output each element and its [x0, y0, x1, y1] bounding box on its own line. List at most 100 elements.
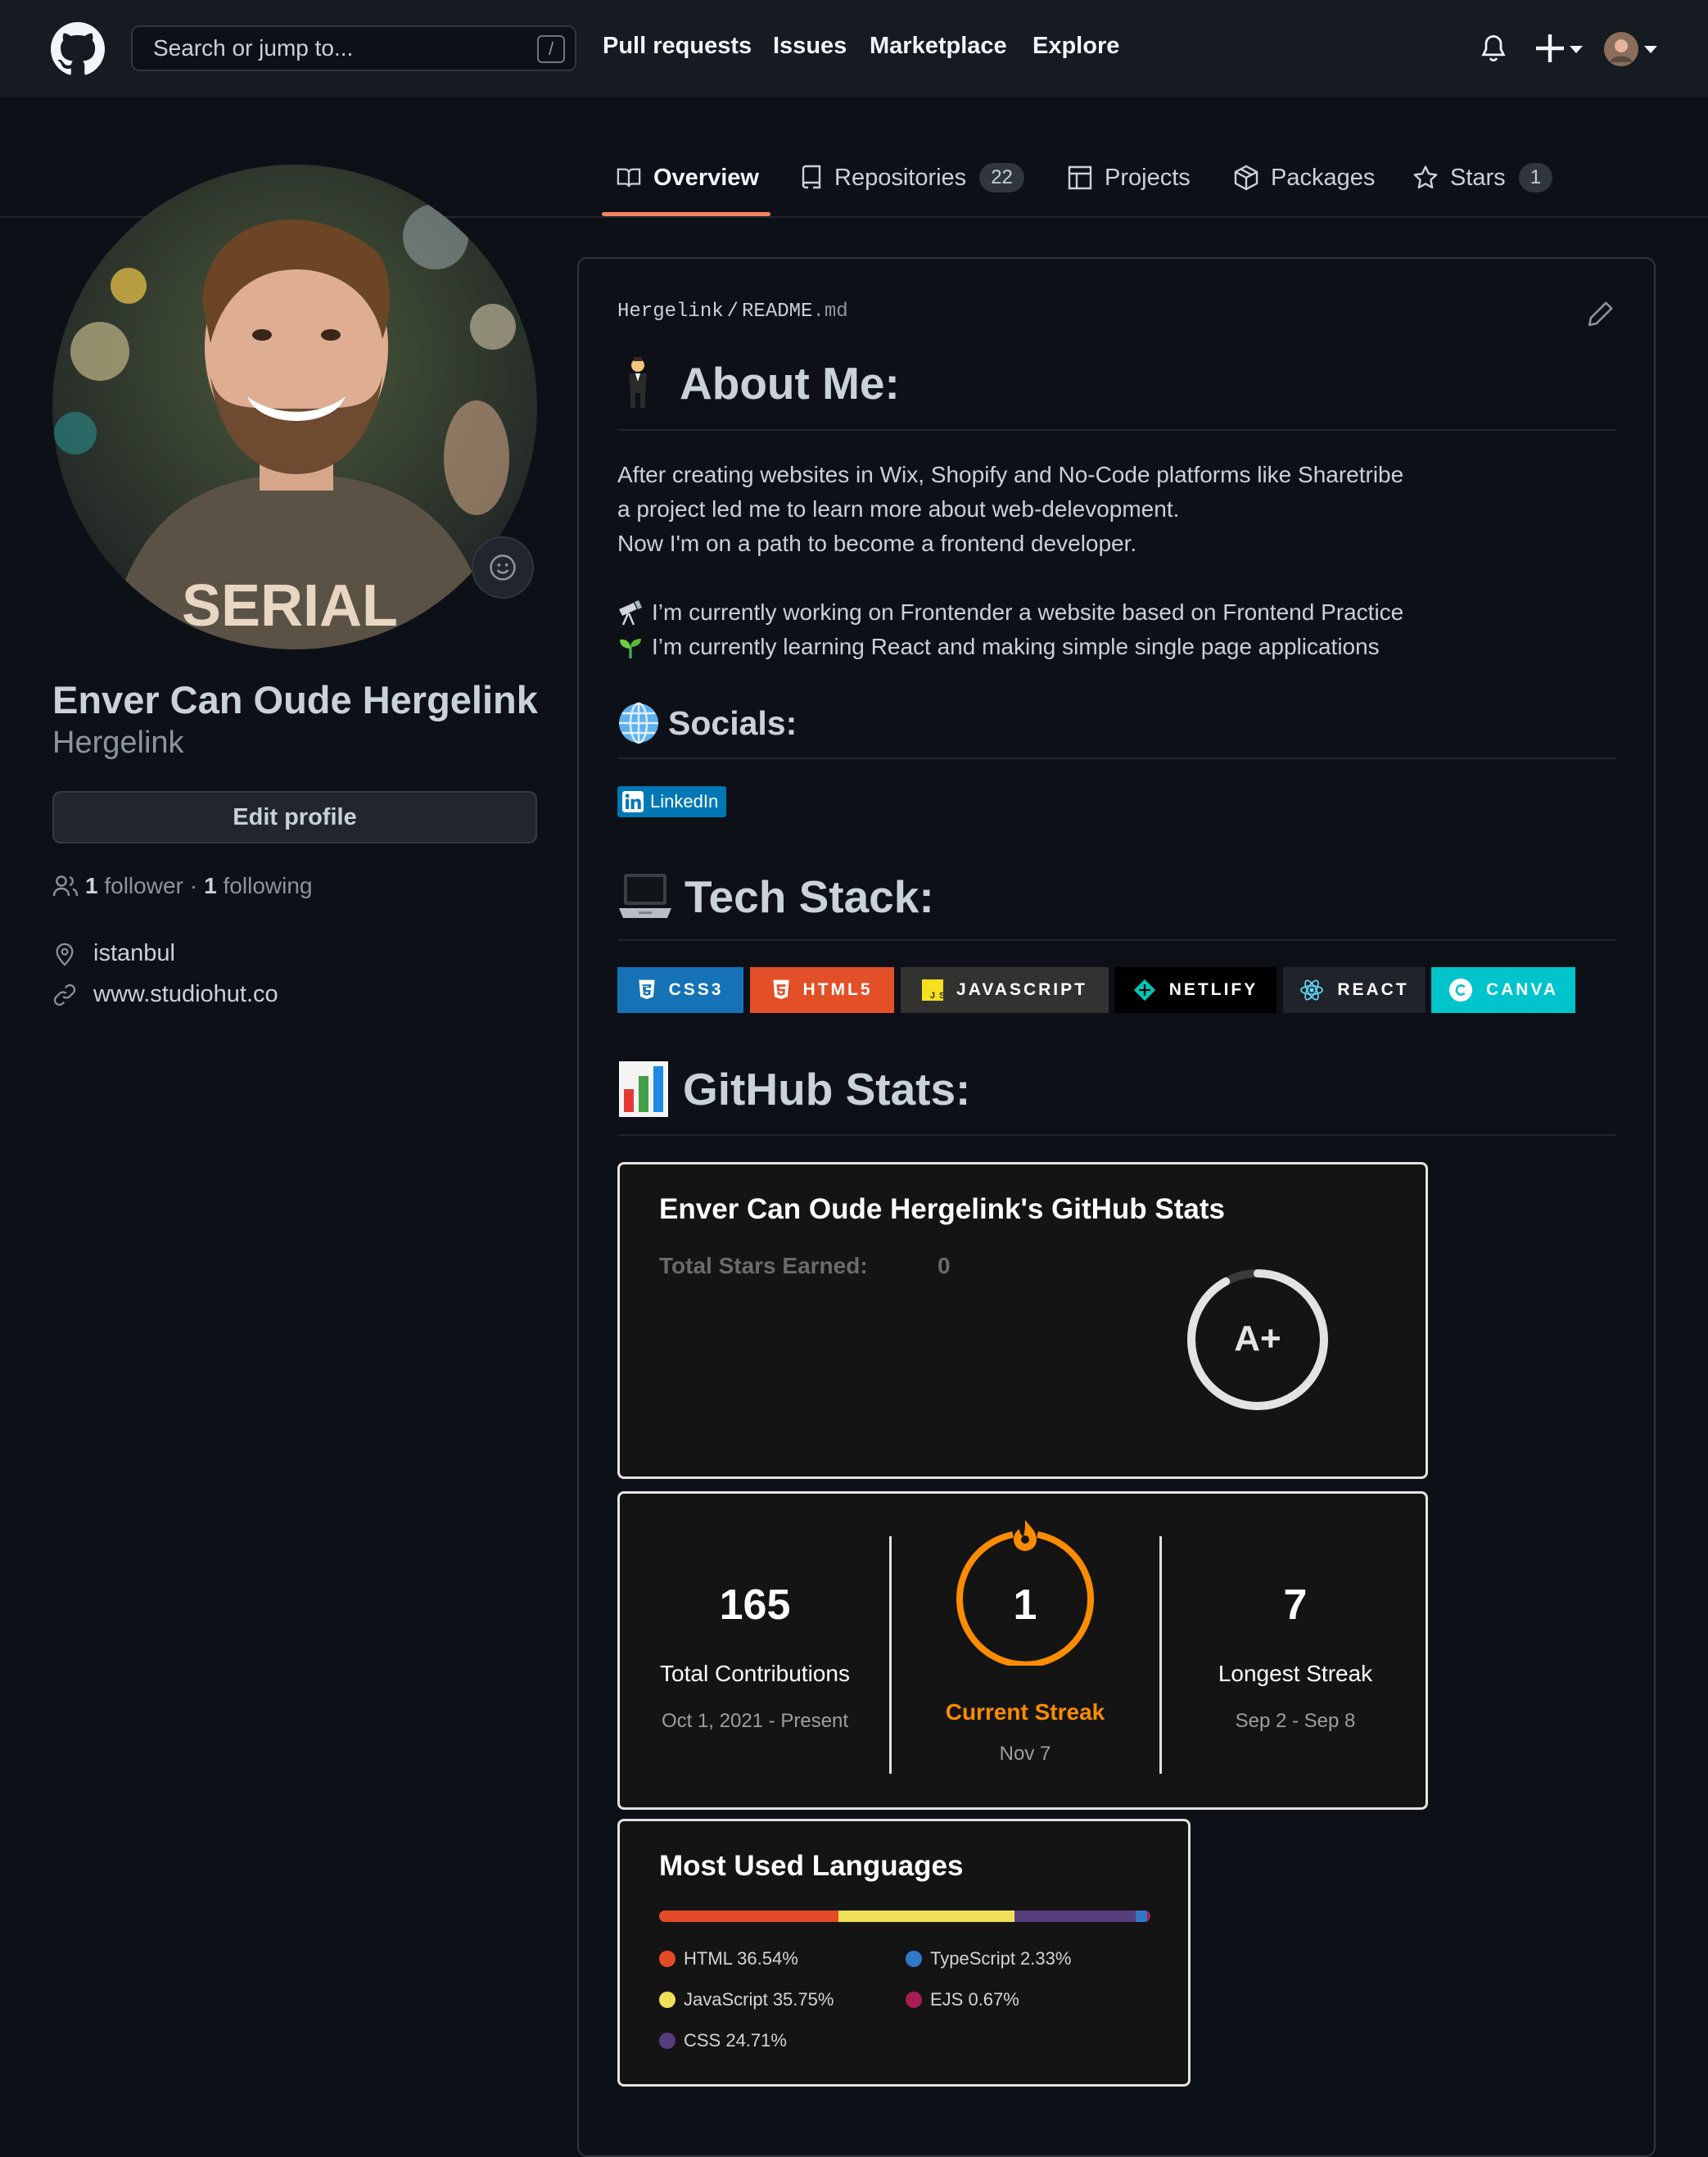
nav-pull-requests[interactable]: Pull requests	[603, 33, 752, 60]
tab-stars-label: Stars	[1450, 164, 1506, 191]
laptop-icon	[619, 874, 671, 918]
edit-readme-pencil-icon[interactable]	[1587, 300, 1615, 328]
language-color-dot	[659, 1992, 676, 2008]
badge-css3[interactable]: CSS3	[617, 967, 743, 1013]
html5-logo-icon	[772, 979, 789, 999]
most-used-languages-card: Most Used Languages HTML 36.54% JavaScrip…	[617, 1819, 1191, 2087]
about-divider	[617, 429, 1616, 431]
streak-divider-2	[1159, 1536, 1162, 1774]
github-stats-title: GitHub Stats:	[683, 1064, 971, 1115]
language-color-dot	[906, 1992, 922, 2008]
badge-canva[interactable]: CANVA	[1431, 967, 1575, 1013]
badge-canva-label: CANVA	[1485, 980, 1559, 999]
seedling-icon	[620, 639, 641, 658]
set-status-button[interactable]	[472, 536, 534, 599]
badge-javascript[interactable]: JS JAVASCRIPT	[901, 967, 1109, 1013]
bar-chart-icon	[619, 1061, 668, 1117]
current-streak-label: Current Streak	[945, 1699, 1105, 1725]
tab-overview[interactable]: Overview	[616, 157, 759, 198]
language-color-dot	[659, 2033, 676, 2049]
badge-react[interactable]: REACT	[1283, 967, 1426, 1013]
nav-marketplace[interactable]: Marketplace	[870, 33, 1007, 60]
followers-count: 1	[85, 873, 98, 898]
total-contributions-value: 165	[719, 1581, 791, 1629]
project-table-icon	[1068, 165, 1092, 190]
language-name: EJS 0.67%	[930, 1989, 1019, 2010]
shirt-text: SERIAL	[182, 573, 398, 639]
streak-divider-1	[889, 1536, 892, 1774]
nav-issues[interactable]: Issues	[773, 33, 847, 60]
current-streak-date: Nov 7	[999, 1743, 1051, 1765]
following-label: following	[223, 873, 313, 898]
total-stars-value: 0	[938, 1253, 951, 1278]
language-bar-segment	[1014, 1911, 1136, 1922]
learning-text: I’m currently learning React and making …	[652, 634, 1380, 659]
badge-html5[interactable]: HTML5	[750, 967, 894, 1013]
readme-path-user[interactable]: Hergelink	[617, 301, 724, 323]
readme-path-ext: .md	[812, 301, 848, 323]
tech-stack-heading: Tech Stack:	[617, 869, 934, 925]
create-new-plus-icon[interactable]	[1535, 33, 1583, 64]
user-avatar-menu[interactable]	[1603, 31, 1657, 67]
linkedin-label: LinkedIn	[650, 791, 719, 812]
edit-profile-button[interactable]: Edit profile	[52, 791, 537, 843]
current-streak-value: 1	[1013, 1581, 1037, 1629]
bell-icon[interactable]	[1479, 33, 1508, 64]
language-legend-item: EJS 0.67%	[906, 1989, 1019, 2010]
readme-breadcrumb: Hergelink / README.md	[617, 301, 848, 323]
active-tab-underline	[602, 212, 770, 216]
location-text: istanbul	[93, 940, 175, 966]
tab-projects[interactable]: Projects	[1067, 157, 1191, 198]
globe-icon	[619, 702, 658, 744]
followers-link[interactable]: 1 follower	[85, 873, 183, 899]
badge-javascript-label: JAVASCRIPT	[956, 980, 1087, 999]
slash-shortcut-key: /	[537, 35, 565, 63]
languages-progress-bar	[659, 1911, 1150, 1922]
total-contributions-label: Total Contributions	[660, 1661, 850, 1686]
github-stats-heading: GitHub Stats:	[617, 1060, 970, 1119]
language-legend-item: CSS 24.71%	[659, 2030, 787, 2051]
badge-netlify[interactable]: NETLIFY	[1114, 967, 1276, 1013]
website-link[interactable]: www.studiohut.co	[93, 981, 278, 1008]
badge-netlify-label: NETLIFY	[1168, 980, 1258, 999]
badge-html5-label: HTML5	[802, 980, 873, 999]
profile-avatar[interactable]: SERIAL	[51, 163, 539, 651]
stats-card-title: Enver Can Oude Hergelink's GitHub Stats	[659, 1193, 1225, 1225]
learning-line: I’m currently learning React and making …	[617, 630, 1403, 664]
profile-website[interactable]: www.studiohut.co	[52, 981, 278, 1008]
search-input[interactable]: Search or jump to... /	[131, 25, 576, 71]
following-count: 1	[204, 873, 217, 898]
css3-logo-icon	[638, 979, 655, 999]
javascript-logo-icon: JS	[922, 979, 944, 1001]
profile-username: Hergelink	[52, 726, 184, 760]
nav-explore[interactable]: Explore	[1032, 33, 1119, 60]
tab-packages-label: Packages	[1271, 164, 1376, 191]
followers-label: follower	[104, 873, 183, 898]
socials-title: Socials:	[668, 703, 798, 742]
github-logo-icon[interactable]	[51, 22, 105, 76]
about-line-2: a project led me to learn more about web…	[617, 496, 1180, 522]
tab-stars[interactable]: Stars 1	[1412, 157, 1553, 198]
linkedin-badge[interactable]: LinkedIn	[617, 786, 727, 817]
rank-ring: A+	[1187, 1269, 1328, 1410]
tab-repositories-label: Repositories	[834, 164, 967, 191]
language-legend-item: HTML 36.54%	[659, 1948, 798, 1969]
book-icon	[617, 168, 641, 188]
total-stars-label: Total Stars Earned:	[659, 1253, 868, 1278]
tab-repositories[interactable]: Repositories 22	[800, 157, 1024, 198]
react-logo-icon	[1300, 979, 1324, 1001]
following-link[interactable]: 1 following	[204, 873, 312, 899]
longest-streak-range: Sep 2 - Sep 8	[1235, 1710, 1356, 1732]
readme-path-file[interactable]: README	[742, 301, 812, 323]
language-bar-segment	[659, 1911, 839, 1922]
search-placeholder: Search or jump to...	[153, 35, 354, 61]
github-stats-card: Enver Can Oude Hergelink's GitHub Stats …	[617, 1162, 1428, 1479]
about-me-heading: About Me:	[617, 357, 900, 409]
working-on-line: I’m currently working on Frontender a we…	[617, 595, 1403, 630]
language-bar-segment	[838, 1911, 1014, 1922]
tab-packages[interactable]: Packages	[1233, 157, 1375, 198]
telescope-icon	[619, 600, 642, 626]
tech-stack-title: Tech Stack:	[685, 871, 934, 922]
working-on-text: I’m currently working on Frontender a we…	[652, 599, 1404, 625]
language-bar-segment	[1135, 1911, 1147, 1922]
